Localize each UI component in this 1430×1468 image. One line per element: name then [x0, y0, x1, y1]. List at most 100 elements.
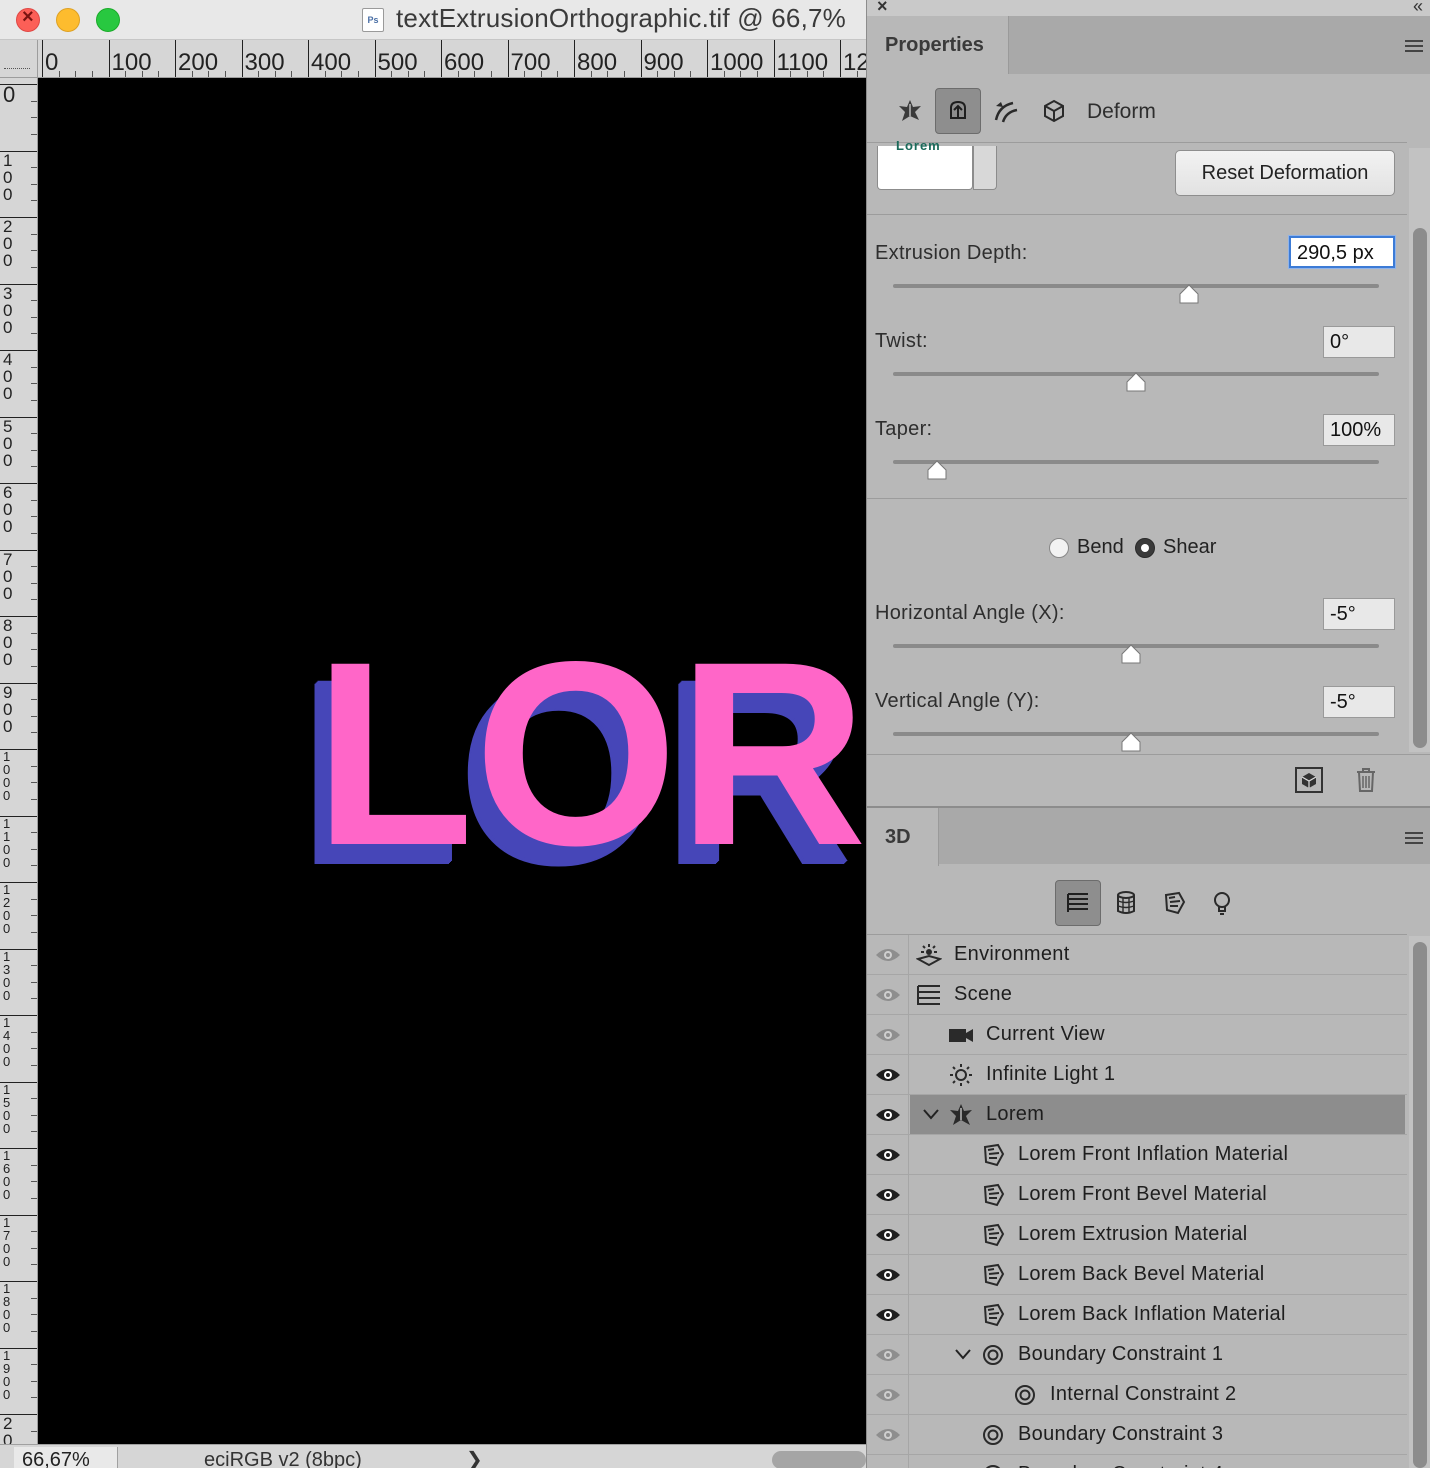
layer-row-lorem-back-inflation-material[interactable]: Lorem Back Inflation Material [867, 1295, 1407, 1335]
visibility-eye-icon[interactable] [867, 1455, 909, 1468]
layers-scrollbar[interactable] [1409, 936, 1430, 1468]
visibility-eye-icon[interactable] [867, 1175, 909, 1215]
collapse-icon[interactable]: « [1413, 0, 1423, 17]
status-menu-arrow-icon[interactable]: ❯ [466, 1447, 483, 1468]
ruler-origin[interactable] [0, 40, 38, 78]
preset-dropdown-button[interactable] [973, 146, 997, 190]
lights-filter-icon[interactable] [1199, 880, 1245, 926]
visibility-eye-icon[interactable] [867, 1215, 909, 1255]
layer-row-body[interactable]: Infinite Light 1 [910, 1055, 1405, 1094]
mesh-icon[interactable] [887, 88, 933, 134]
document-profile[interactable]: eciRGB v2 (8bpc) [130, 1447, 486, 1468]
layers-scrollbar-thumb[interactable] [1413, 942, 1427, 1468]
visibility-eye-icon[interactable] [867, 1055, 909, 1095]
render-icon[interactable] [1295, 767, 1323, 793]
layer-row-body[interactable]: Current View [910, 1015, 1405, 1054]
visibility-eye-icon[interactable] [867, 975, 909, 1015]
tab-properties[interactable]: Properties [867, 16, 1009, 74]
vertical-angle-slider-thumb[interactable] [1121, 732, 1141, 752]
reset-deformation-button[interactable]: Reset Deformation [1175, 150, 1395, 196]
layer-row-boundary-constraint-1[interactable]: Boundary Constraint 1 [867, 1335, 1407, 1375]
extrusion-depth-field[interactable]: 290,5 px [1289, 236, 1395, 268]
properties-menu-icon[interactable] [1405, 40, 1423, 55]
twist-field[interactable]: 0° [1323, 326, 1395, 358]
properties-scrollbar-thumb[interactable] [1413, 228, 1427, 748]
meshes-filter-icon[interactable] [1103, 880, 1149, 926]
horizontal-ruler[interactable]: 0 100 200 300 400 500 600 700 800 900 1000 1100 12 [38, 40, 866, 78]
cap-icon[interactable] [983, 88, 1029, 134]
taper-field[interactable]: 100% [1323, 414, 1395, 446]
layer-row-boundary-constraint-4[interactable]: Boundary Constraint 4 [867, 1455, 1407, 1468]
layer-row-lorem-front-bevel-material[interactable]: Lorem Front Bevel Material [867, 1175, 1407, 1215]
document-canvas[interactable]: LORE LORE LORE LORE LORE [38, 78, 866, 1444]
shear-radio-circle[interactable] [1135, 537, 1155, 558]
visibility-eye-icon[interactable] [867, 1415, 909, 1455]
layer-row-lorem[interactable]: Lorem [867, 1095, 1407, 1135]
chevron-down-icon[interactable] [954, 1345, 972, 1363]
tab-3d[interactable]: 3D [867, 808, 939, 866]
zoom-level-field[interactable]: 66,67% [14, 1447, 118, 1468]
window-zoom-button[interactable] [96, 8, 120, 32]
layer-row-body[interactable]: Internal Constraint 2 [910, 1375, 1405, 1414]
ruler-minor-tick [31, 1031, 37, 1033]
bend-radio-circle[interactable] [1049, 537, 1069, 558]
layer-row-infinite-light-1[interactable]: Infinite Light 1 [867, 1055, 1407, 1095]
layer-row-scene[interactable]: Scene [867, 975, 1407, 1015]
coordinates-icon[interactable] [1031, 88, 1077, 134]
layer-row-body[interactable]: Boundary Constraint 4 [910, 1455, 1405, 1468]
layer-row-body[interactable]: Lorem Back Bevel Material [910, 1255, 1405, 1294]
window-minimize-button[interactable] [56, 8, 80, 32]
layer-row-body[interactable]: Lorem Extrusion Material [910, 1215, 1405, 1254]
deform-preset-thumbnail[interactable]: Lorem [877, 138, 973, 190]
properties-scrollbar[interactable] [1409, 148, 1430, 752]
taper-slider-thumb[interactable] [927, 460, 947, 480]
layer-row-body[interactable]: Lorem Front Inflation Material [910, 1135, 1405, 1174]
visibility-eye-icon[interactable] [867, 1135, 909, 1175]
delete-icon[interactable] [1355, 767, 1377, 793]
layer-row-environment[interactable]: Environment [867, 935, 1407, 975]
visibility-eye-icon[interactable] [867, 1255, 909, 1295]
extrusion-depth-slider-track[interactable] [893, 284, 1379, 288]
visibility-eye-icon[interactable] [867, 935, 909, 975]
visibility-eye-icon[interactable] [867, 1375, 909, 1415]
visibility-eye-icon[interactable] [867, 1295, 909, 1335]
layer-row-boundary-constraint-3[interactable]: Boundary Constraint 3 [867, 1415, 1407, 1455]
ruler-minor-tick [141, 71, 143, 77]
layer-row-body[interactable]: Lorem Back Inflation Material [910, 1295, 1405, 1334]
constraint-icon [980, 1343, 1006, 1367]
twist-slider-thumb[interactable] [1126, 372, 1146, 392]
front-face-text: LORE [314, 607, 866, 900]
panel3d-menu-icon[interactable] [1405, 832, 1423, 847]
chevron-down-icon[interactable] [922, 1105, 940, 1123]
ruler-minor-tick [474, 71, 476, 77]
ruler-minor-tick [31, 981, 37, 983]
materials-filter-icon[interactable] [1151, 880, 1197, 926]
horizontal-scrollbar[interactable] [772, 1451, 866, 1468]
horizontal-angle-slider-thumb[interactable] [1121, 644, 1141, 664]
visibility-eye-icon[interactable] [867, 1095, 909, 1135]
deform-icon[interactable] [935, 88, 981, 134]
window-close-button[interactable] [16, 6, 40, 32]
layer-row-body[interactable]: Boundary Constraint 3 [910, 1415, 1405, 1454]
bend-radio[interactable]: Bend [1049, 536, 1124, 559]
layer-row-body[interactable]: Boundary Constraint 1 [910, 1335, 1405, 1374]
vertical-angle-field[interactable]: -5° [1323, 686, 1395, 718]
shear-radio[interactable]: Shear [1135, 536, 1216, 559]
scene-filter-icon[interactable] [1055, 880, 1101, 926]
layer-row-lorem-extrusion-material[interactable]: Lorem Extrusion Material [867, 1215, 1407, 1255]
layer-row-internal-constraint-2[interactable]: Internal Constraint 2 [867, 1375, 1407, 1415]
layer-row-lorem-front-inflation-material[interactable]: Lorem Front Inflation Material [867, 1135, 1407, 1175]
layer-row-body[interactable]: Lorem [910, 1095, 1405, 1134]
visibility-eye-icon[interactable] [867, 1335, 909, 1375]
visibility-eye-icon[interactable] [867, 1015, 909, 1055]
extrusion-depth-slider-thumb[interactable] [1179, 284, 1199, 304]
dock-close-icon[interactable]: × [877, 0, 888, 17]
layer-row-current-view[interactable]: Current View [867, 1015, 1407, 1055]
layer-row-body[interactable]: Scene [910, 975, 1405, 1014]
layer-row-lorem-back-bevel-material[interactable]: Lorem Back Bevel Material [867, 1255, 1407, 1295]
taper-slider-track[interactable] [893, 460, 1379, 464]
layer-row-body[interactable]: Environment [910, 935, 1405, 974]
vertical-ruler[interactable]: 0 1 0 0 2 0 0 3 0 0 4 0 0 5 0 0 6 0 0 7 0 0 8 0 … [0, 78, 38, 1444]
horizontal-angle-field[interactable]: -5° [1323, 598, 1395, 630]
layer-row-body[interactable]: Lorem Front Bevel Material [910, 1175, 1405, 1214]
